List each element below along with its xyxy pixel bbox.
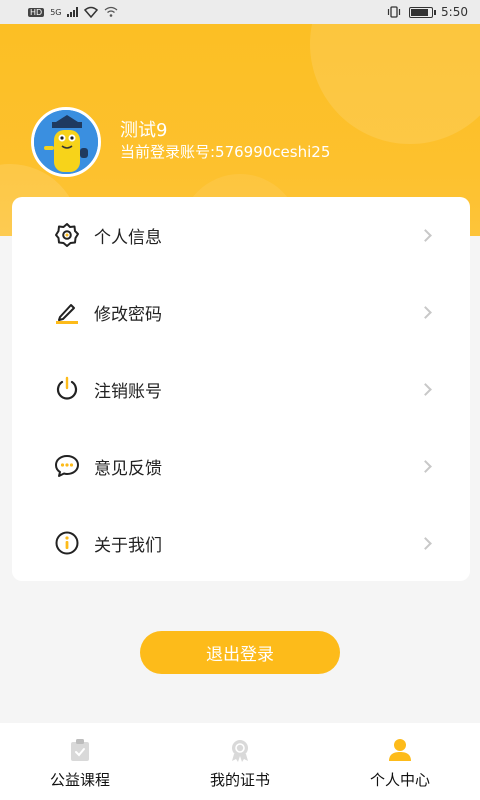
menu-item-label: 修改密码: [94, 304, 162, 325]
menu-item-feedback[interactable]: 意见反馈: [12, 428, 470, 504]
app-status-icon: [84, 6, 99, 18]
user-name: 测试9: [120, 120, 168, 141]
menu-item-about[interactable]: 关于我们: [12, 505, 470, 581]
chevron-right-icon: [419, 305, 432, 319]
menu-item-profile[interactable]: 个人信息: [12, 197, 470, 273]
user-account: 当前登录账号:576990ceshi25: [120, 143, 331, 161]
menu-item-label: 意见反馈: [94, 458, 162, 479]
menu-card: 个人信息 修改密码 注销账号 意见反馈 关于我们: [12, 197, 470, 581]
menu-item-label: 关于我们: [94, 535, 162, 556]
chat-bubble-icon: [55, 455, 79, 477]
chevron-right-icon: [419, 459, 432, 473]
tab-courses[interactable]: 公益课程: [0, 723, 160, 800]
tab-label: 个人中心: [369, 771, 430, 789]
status-bar: HD 5G 5:50: [0, 0, 480, 24]
menu-item-change-password[interactable]: 修改密码: [12, 274, 470, 350]
menu-item-label: 个人信息: [94, 227, 162, 248]
info-icon: [55, 531, 79, 555]
tab-profile[interactable]: 个人中心: [320, 723, 480, 800]
tab-bar: 公益课程 我的证书 个人中心: [0, 723, 480, 800]
vibrate-icon: [387, 6, 401, 18]
battery-icon: [409, 6, 437, 18]
header-decoration: [310, 24, 480, 144]
hd-tag: HD: [28, 7, 45, 17]
chevron-right-icon: [419, 536, 432, 550]
clipboard-icon: [71, 739, 89, 761]
chevron-right-icon: [419, 228, 432, 242]
menu-item-delete-account[interactable]: 注销账号: [12, 351, 470, 427]
signal-icon: [67, 7, 79, 17]
status-left: HD 5G: [28, 6, 118, 18]
gear-icon: [55, 223, 79, 247]
tab-label: 公益课程: [49, 771, 110, 789]
power-icon: [56, 376, 78, 400]
tab-certificates[interactable]: 我的证书: [160, 723, 320, 800]
person-icon: [389, 739, 411, 761]
mascot-icon: [34, 110, 98, 174]
status-right: 5:50: [387, 5, 468, 19]
avatar[interactable]: [31, 107, 101, 177]
pencil-icon: [56, 304, 78, 324]
chevron-right-icon: [419, 382, 432, 396]
clock: 5:50: [441, 5, 468, 19]
badge-icon: [232, 740, 248, 762]
network-tag: 5G: [50, 7, 62, 17]
wifi-icon: [105, 6, 118, 17]
tab-label: 我的证书: [209, 771, 270, 789]
menu-item-label: 注销账号: [94, 381, 162, 402]
logout-button[interactable]: 退出登录: [140, 631, 340, 674]
